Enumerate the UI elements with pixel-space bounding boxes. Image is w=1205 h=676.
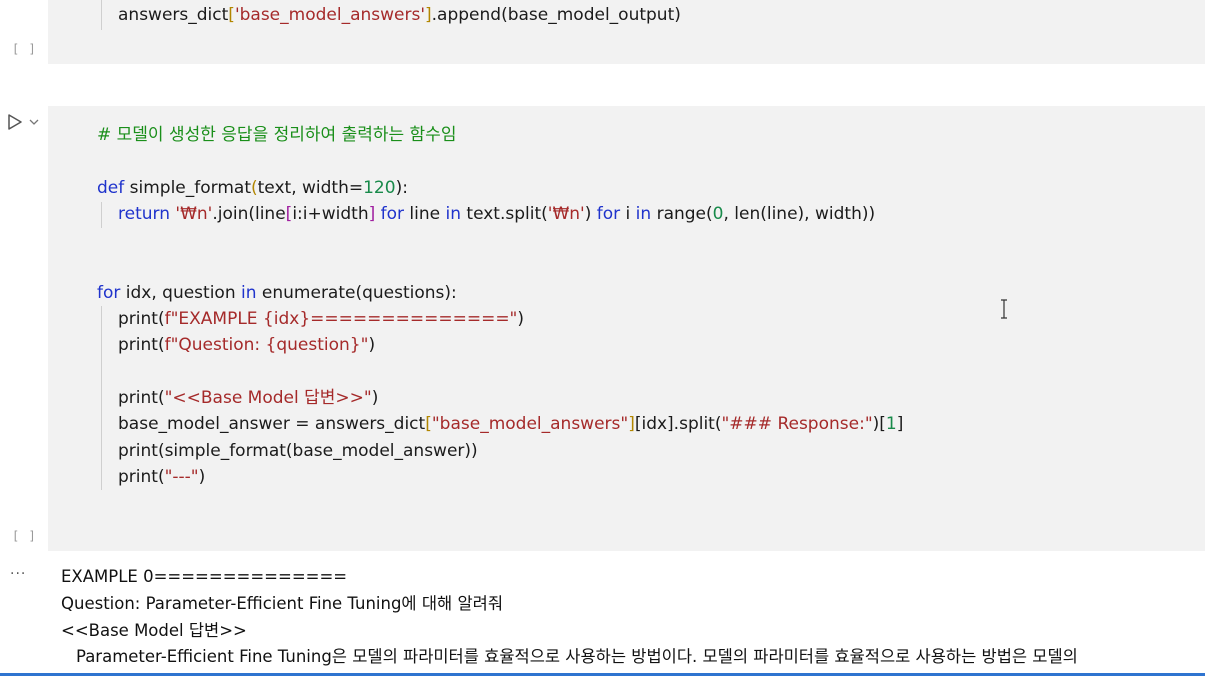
code-line-return[interactable]: return '₩n'.join(line[i:i+width] for lin… (118, 203, 875, 225)
code-comment[interactable]: # 모델이 생성한 응답을 정리하여 출력하는 함수임 (97, 124, 456, 146)
code-line-print-header[interactable]: print("<<Base Model 답변>>") (118, 387, 378, 409)
text-cursor-icon (1001, 299, 1007, 319)
code-line-print-format[interactable]: print(simple_format(base_model_answer)) (118, 440, 478, 462)
output-line-question: Question: Parameter-Efficient Fine Tunin… (61, 594, 504, 613)
code-line-append[interactable]: answers_dict['base_model_answers'].appen… (118, 4, 681, 26)
code-line-assign[interactable]: base_model_answer = answers_dict["base_m… (118, 413, 903, 435)
notebook: answers_dict['base_model_answers'].appen… (0, 0, 1205, 676)
code-line-for[interactable]: for idx, question in enumerate(questions… (97, 282, 457, 304)
chevron-down-icon[interactable] (29, 118, 39, 126)
code-line-print-separator[interactable]: print("---") (118, 466, 205, 488)
code-line-print-question[interactable]: print(f"Question: {question}") (118, 334, 375, 356)
execution-count-bracket: [ ] (12, 42, 37, 56)
indent-guide (101, 202, 102, 228)
output-line-header: <<Base Model 답변>> (61, 621, 247, 640)
code-line-def[interactable]: def simple_format(text, width=120): (97, 177, 408, 199)
run-cell-button[interactable] (7, 112, 43, 132)
execution-count-bracket: [ ] (12, 529, 37, 543)
indent-guide (101, 306, 102, 490)
code-line-print-example[interactable]: print(f"EXAMPLE {idx}==============") (118, 308, 524, 330)
output-line-answer: Parameter-Efficient Fine Tuning은 모델의 파라미… (55, 647, 1078, 666)
play-triangle-icon[interactable] (7, 113, 23, 131)
output-line-example: EXAMPLE 0============== (61, 567, 348, 586)
output-menu-icon[interactable]: ··· (10, 566, 26, 582)
indent-guide (101, 0, 102, 30)
